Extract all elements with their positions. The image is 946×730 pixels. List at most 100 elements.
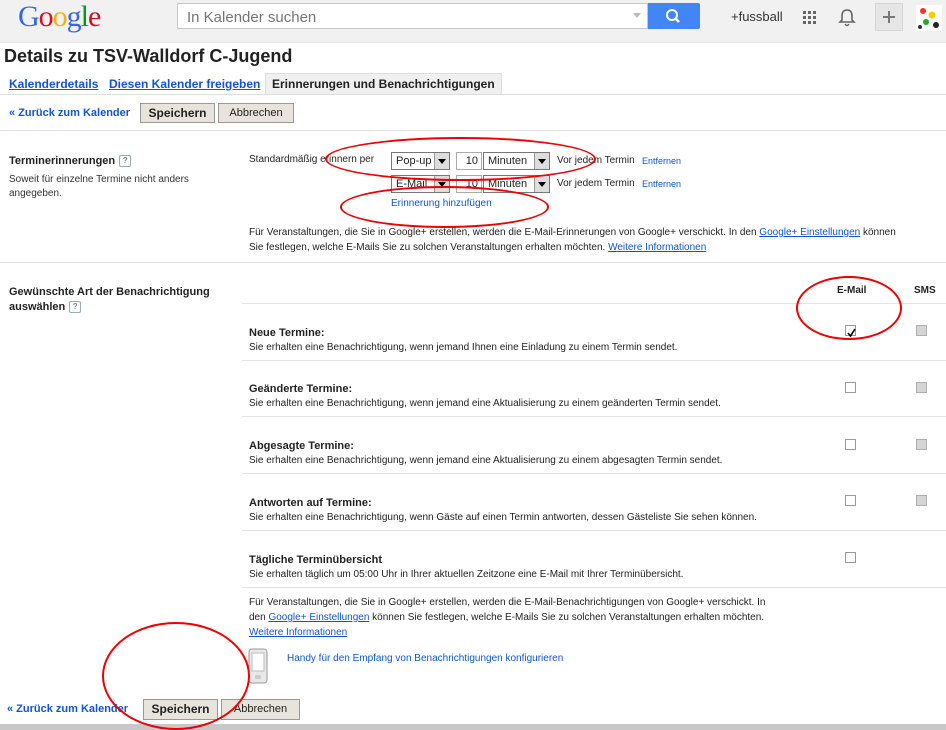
avatar[interactable] [916, 5, 942, 31]
reminders-title: Terminerinnerungen? [9, 155, 132, 167]
tab-kalenderdetails[interactable]: Kalenderdetails [9, 74, 98, 94]
note-text: Sie festlegen, welche E-Mails Sie zu sol… [249, 242, 609, 253]
notification-description: Sie erhalten eine Benachrichtigung, wenn… [249, 342, 678, 353]
email-checkbox-cancelled-events[interactable] [845, 439, 856, 450]
notification-description: Sie erhalten eine Benachrichtigung, wenn… [249, 398, 721, 409]
row-divider [242, 473, 946, 474]
sms-checkbox-cancelled-events [916, 439, 927, 450]
logo-letter: G [18, 0, 40, 33]
email-checkbox-daily-agenda[interactable] [845, 552, 856, 563]
reminders-note: Für Veranstaltungen, die Sie in Google+ … [249, 225, 946, 255]
plus-icon [883, 11, 895, 23]
notification-title: Geänderte Termine: [249, 383, 353, 395]
reminder-method-select-1[interactable]: Pop-up [391, 152, 450, 170]
notification-title: Antworten auf Termine: [249, 497, 372, 509]
sms-checkbox-changed-events [916, 382, 927, 393]
notifications-title-text: Gewünschte Art der Benachrichtigung ausw… [9, 286, 210, 313]
reminder-amount-input-1[interactable]: 10 [456, 152, 482, 170]
note-text: können [860, 227, 896, 238]
notification-description: Sie erhalten eine Benachrichtigung, wenn… [249, 455, 723, 466]
reminder-suffix: Vor jedem Termin [557, 155, 635, 166]
save-button-bottom[interactable]: Speichern [143, 699, 218, 720]
sms-checkbox-event-responses [916, 495, 927, 506]
row-divider [242, 360, 946, 361]
add-reminder-link[interactable]: Erinnerung hinzufügen [391, 198, 492, 209]
dropdown-arrow-icon [434, 153, 449, 169]
row-divider [242, 530, 946, 531]
page-title: Details zu TSV-Walldorf C-Jugend [4, 46, 293, 66]
horizontal-scrollbar[interactable] [0, 724, 946, 730]
logo-letter: o [38, 0, 54, 33]
reminder-amount-input-2[interactable]: 10 [456, 175, 482, 193]
notification-title: Tägliche Terminübersicht [249, 554, 383, 566]
email-checkbox-event-responses[interactable] [845, 495, 856, 506]
search-button[interactable] [648, 3, 700, 29]
toolbar-divider [0, 130, 946, 131]
reminder-method-value: E-Mail [396, 178, 428, 190]
column-header-sms: SMS [914, 285, 936, 296]
logo-letter: o [52, 0, 68, 33]
default-reminder-label: Standardmäßig erinnern per [249, 154, 375, 165]
notifications-note: Für Veranstaltungen, die Sie in Google+ … [249, 595, 809, 640]
reminder-method-select-2[interactable]: E-Mail [391, 175, 450, 193]
back-to-calendar-link[interactable]: « Zurück zum Kalender [9, 107, 130, 119]
reminders-title-text: Terminerinnerungen [9, 155, 116, 167]
note-text: Für Veranstaltungen, die Sie in Google+ … [249, 227, 760, 238]
save-button[interactable]: Speichern [140, 103, 215, 123]
notification-description: Sie erhalten täglich um 05:00 Uhr in Ihr… [249, 569, 684, 580]
help-icon[interactable]: ? [119, 155, 132, 167]
dropdown-arrow-icon [434, 176, 449, 192]
notification-title: Abgesagte Termine: [249, 440, 354, 452]
dropdown-arrow-icon [534, 153, 549, 169]
search-input[interactable] [185, 5, 629, 29]
tab-divider [0, 94, 946, 95]
reminder-method-value: Pop-up [396, 155, 432, 167]
notifications-title: Gewünschte Art der Benachrichtigung ausw… [9, 285, 229, 315]
more-info-link[interactable]: Weitere Informationen [249, 627, 347, 638]
notification-description: Sie erhalten eine Benachrichtigung, wenn… [249, 512, 757, 523]
row-divider [242, 416, 946, 417]
email-checkbox-new-events[interactable] [845, 325, 856, 338]
search-box [177, 3, 648, 29]
user-name-link[interactable]: +fussball [731, 9, 783, 24]
notifications-bell-icon[interactable] [838, 8, 856, 28]
email-checkbox-changed-events[interactable] [845, 382, 856, 393]
remove-reminder-link-2[interactable]: Entfernen [642, 179, 681, 189]
row-divider [242, 587, 946, 588]
reminders-description: Soweit für einzelne Termine nicht anders… [9, 174, 189, 199]
help-icon[interactable]: ? [69, 301, 82, 313]
google-logo[interactable]: Google [18, 0, 101, 34]
logo-letter: g [66, 0, 82, 33]
reminder-unit-value: Minuten [488, 178, 528, 190]
back-to-calendar-link-bottom[interactable]: « Zurück zum Kalender [7, 703, 128, 715]
note-text: Für Veranstaltungen, die Sie in Google+ … [249, 597, 766, 608]
cancel-button[interactable]: Abbrechen [218, 103, 294, 123]
share-plus-button[interactable] [875, 3, 903, 31]
checkmark-icon [847, 328, 856, 338]
remove-reminder-link-1[interactable]: Entfernen [642, 156, 681, 166]
notification-title: Neue Termine: [249, 327, 325, 339]
search-icon [666, 9, 680, 23]
google-plus-settings-link[interactable]: Google+ Einstellungen [759, 227, 860, 238]
note-text: den [249, 612, 269, 623]
section-divider [0, 262, 946, 263]
logo-letter: e [88, 0, 101, 33]
note-text: können Sie festlegen, welche E-Mails Sie… [369, 612, 765, 623]
configure-mobile-link[interactable]: Handy für den Empfang von Benachrichtigu… [287, 653, 563, 664]
logo-letter: l [80, 0, 89, 33]
reminder-unit-value: Minuten [488, 155, 528, 167]
reminder-unit-select-1[interactable]: Minuten [483, 152, 550, 170]
tab-erinnerungen[interactable]: Erinnerungen und Benachrichtigungen [265, 73, 502, 94]
top-bar: Google +fussball [0, 0, 946, 43]
cancel-button-bottom[interactable]: Abbrechen [221, 699, 300, 720]
row-divider [242, 303, 946, 304]
search-options-chevron-icon[interactable] [633, 13, 641, 18]
apps-grid-icon[interactable] [803, 11, 817, 25]
column-header-email: E-Mail [837, 285, 867, 296]
tab-kalender-freigeben[interactable]: Diesen Kalender freigeben [109, 74, 260, 94]
more-info-link[interactable]: Weitere Informationen [608, 242, 706, 253]
reminder-unit-select-2[interactable]: Minuten [483, 175, 550, 193]
reminder-suffix: Vor jedem Termin [557, 178, 635, 189]
google-plus-settings-link[interactable]: Google+ Einstellungen [268, 612, 369, 623]
dropdown-arrow-icon [534, 176, 549, 192]
